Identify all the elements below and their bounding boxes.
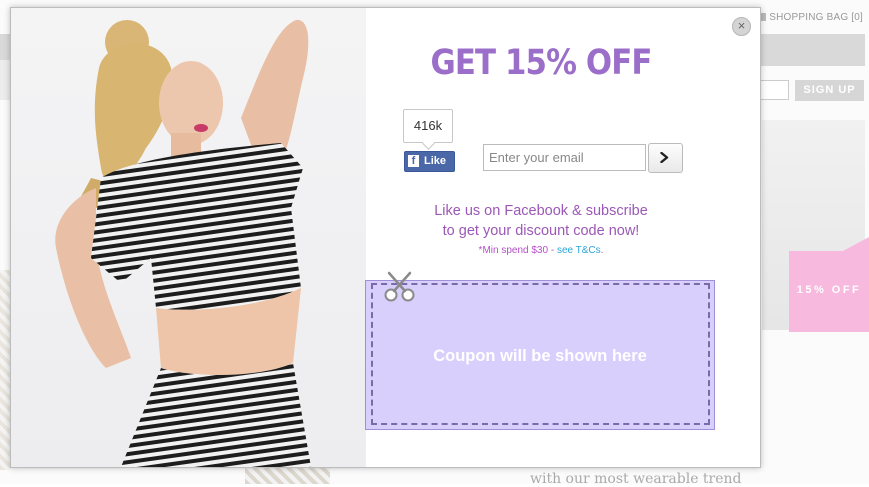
min-spend-note: *Min spend $30 - see T&Cs.	[367, 245, 715, 256]
background-image-left	[0, 270, 10, 470]
min-spend-text: *Min spend $30 -	[478, 245, 557, 256]
promo-tab[interactable]: 15% OFF	[789, 237, 869, 332]
background-image-bottom	[245, 466, 330, 484]
close-button[interactable]: ×	[732, 17, 751, 36]
chevron-right-icon	[660, 152, 669, 163]
submit-email-button[interactable]	[648, 143, 683, 173]
background-tagline: with our most wearable trend	[530, 471, 742, 487]
facebook-like-count: 416k	[403, 109, 453, 150]
coupon-box: Coupon will be shown here	[365, 280, 715, 430]
model-photo	[11, 8, 366, 467]
terms-suffix: .	[600, 245, 604, 256]
subscribe-line-1: Like us on Facebook & subscribe	[434, 203, 648, 219]
terms-link[interactable]: see T&Cs	[557, 245, 601, 256]
like-count-value: 416k	[413, 118, 443, 133]
discount-popup: × GET 15% OFF 416k f Like Like us on Fac…	[10, 7, 761, 468]
popup-headline: GET 15% OFF	[430, 43, 652, 83]
subscribe-line-2: to get your discount code now!	[442, 223, 640, 239]
shopping-bag-label: SHOPPING BAG [0]	[769, 12, 863, 23]
facebook-icon: f	[408, 155, 419, 167]
promo-tab-label: 15% OFF	[796, 284, 862, 296]
signup-button[interactable]: SIGN UP	[795, 80, 864, 101]
subscribe-instructions: Like us on Facebook & subscribe to get y…	[367, 201, 715, 241]
scissors-icon	[384, 271, 415, 302]
facebook-like-label: Like	[424, 155, 447, 167]
coupon-placeholder-text: Coupon will be shown here	[433, 347, 647, 365]
facebook-like-button[interactable]: f Like	[404, 151, 455, 172]
email-input[interactable]	[483, 144, 646, 171]
shopping-bag-link[interactable]: SHOPPING BAG [0]	[759, 12, 863, 23]
